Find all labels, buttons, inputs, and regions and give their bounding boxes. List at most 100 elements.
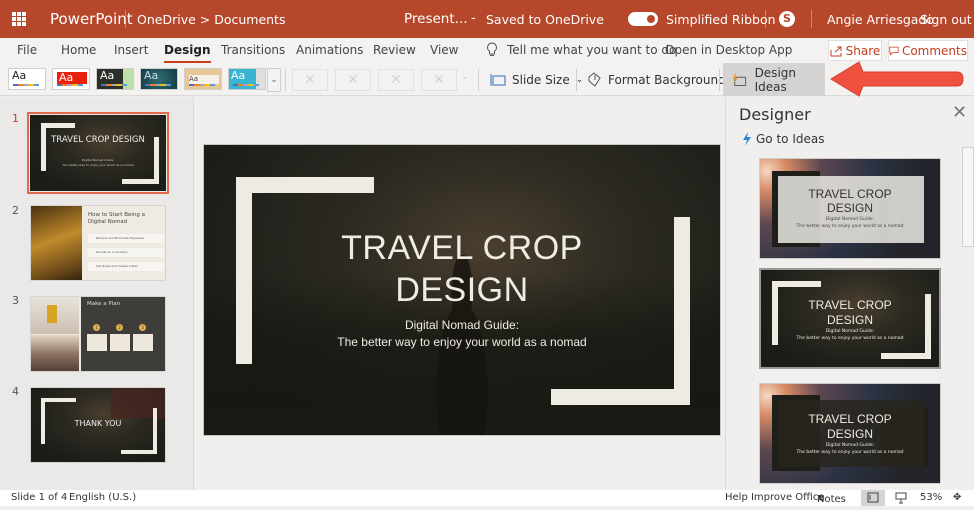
slide-size-button[interactable]: Slide Size ⌄ (490, 68, 583, 92)
tab-animations[interactable]: Animations (296, 43, 363, 57)
format-background-label: Format Background (608, 73, 726, 87)
themes-more-button[interactable]: ⌄ (267, 68, 281, 92)
go-to-ideas-label: Go to Ideas (756, 132, 825, 146)
design-ideas-label: Design Ideas (754, 65, 796, 94)
variants-more-button[interactable]: ⌄ (461, 72, 469, 82)
theme-sample: Aa (229, 69, 256, 89)
design-idea-3[interactable]: TRAVEL CROP DESIGN Digital Nomad Guide: … (759, 383, 941, 484)
slide-thumbnail-3[interactable]: Make a Plan 1 2 3 (30, 296, 166, 372)
title-bar: PowerPoint OneDrive > Documents Present.… (0, 0, 974, 38)
tab-file[interactable]: File (17, 43, 37, 57)
variant-1[interactable]: ✕ (292, 69, 328, 91)
thumb-title: Make a Plan (87, 301, 121, 307)
idea-subtitle: Digital Nomad Guide: (825, 329, 875, 334)
tab-transitions[interactable]: Transitions (221, 43, 285, 57)
variant-3[interactable]: ✕ (378, 69, 414, 91)
sign-out-link[interactable]: Sign out (920, 12, 972, 27)
design-ideas-icon (732, 72, 747, 86)
divider (719, 69, 720, 91)
thumb-subtitle: Digital Nomad Guide: (81, 158, 115, 162)
tab-review[interactable]: Review (373, 43, 416, 57)
frame-bracket-bottom-right[interactable] (551, 389, 690, 405)
idea-subtitle: The better way to enjoy your world as a … (796, 336, 904, 341)
slide-thumbnail-4[interactable]: THANK YOU (30, 387, 166, 463)
close-icon[interactable]: ✕ (952, 102, 967, 123)
user-name[interactable]: Angie Arriesgado (827, 12, 934, 27)
theme-sample: Aa (12, 69, 27, 82)
open-desktop-app[interactable]: Open in Desktop App (665, 43, 792, 57)
normal-view-button[interactable] (861, 490, 885, 506)
slide-thumbnail-1[interactable]: TRAVEL CROP DESIGN Digital Nomad Guide: … (27, 112, 169, 194)
format-background-icon (588, 72, 601, 87)
slide-number: 2 (12, 204, 19, 217)
language[interactable]: English (U.S.) (69, 492, 136, 503)
share-label: Share (845, 43, 881, 58)
slide-size-label: Slide Size (512, 73, 570, 87)
breadcrumb[interactable]: OneDrive > Documents (137, 12, 285, 27)
simplified-ribbon-toggle[interactable] (628, 12, 658, 26)
divider (765, 10, 766, 28)
theme-teal[interactable]: Aa (140, 68, 178, 90)
theme-sample: Aa (189, 75, 219, 84)
design-idea-1[interactable]: TRAVEL CROP DESIGN Digital Nomad Guide: … (759, 158, 941, 259)
help-improve-office[interactable]: Help Improve Office (725, 492, 824, 503)
theme-blue[interactable]: Aa (228, 68, 266, 90)
thumb-body: The better way to enjoy your world as a … (62, 163, 134, 167)
idea-title: TRAVEL CROP (808, 298, 892, 312)
zoom-level[interactable]: 53% (920, 492, 942, 503)
step-badge: 3 (139, 324, 146, 331)
frame-bracket-top-left[interactable] (236, 177, 374, 193)
idea-subtitle: The better way to enjoy your world as a … (796, 450, 904, 455)
variant-4[interactable]: ✕ (421, 69, 457, 91)
tab-home[interactable]: Home (61, 43, 96, 57)
fit-to-window-icon[interactable]: ✥ (953, 492, 961, 503)
design-idea-2[interactable]: TRAVEL CROP DESIGN Digital Nomad Guide: … (759, 268, 941, 369)
slideshow-icon[interactable] (895, 492, 907, 504)
designer-scrollbar[interactable] (962, 147, 974, 247)
theme-sample: Aa (144, 69, 159, 82)
theme-sample: Aa (100, 69, 115, 82)
share-icon (830, 46, 842, 56)
title-separator: - (471, 11, 476, 26)
go-to-ideas-link[interactable]: Go to Ideas (742, 132, 824, 146)
idea-subtitle: Digital Nomad Guide: (825, 443, 875, 448)
idea-title: DESIGN (826, 201, 873, 215)
divider (125, 10, 126, 28)
slide-title[interactable]: TRAVEL CROP DESIGN (204, 227, 720, 311)
status-bar: Slide 1 of 4 English (U.S.) Help Improve… (0, 490, 974, 506)
document-name[interactable]: Present... (404, 11, 468, 27)
format-background-button[interactable]: Format Background⌄ (586, 68, 739, 92)
tab-insert[interactable]: Insert (114, 43, 148, 57)
app-name[interactable]: PowerPoint (50, 10, 133, 28)
lightning-icon (743, 132, 751, 146)
tab-view[interactable]: View (430, 43, 458, 57)
thumb-item: Decide on a Location (88, 248, 164, 257)
tell-me-search[interactable]: Tell me what you want to do (507, 43, 676, 57)
red-arrow-annotation (830, 61, 964, 97)
slide-photo (31, 206, 82, 280)
app-launcher-icon[interactable] (12, 12, 26, 26)
variant-2[interactable]: ✕ (335, 69, 371, 91)
share-button[interactable]: Share (828, 40, 882, 61)
slide-subtitle[interactable]: Digital Nomad Guide: The better way to e… (204, 317, 720, 351)
theme-wood[interactable]: Aa (184, 68, 222, 90)
current-slide[interactable]: TRAVEL CROP DESIGN Digital Nomad Guide: … (203, 144, 721, 436)
idea-subtitle: Digital Nomad Guide: (825, 217, 875, 222)
slide-number: 3 (12, 294, 19, 307)
slide-photo (31, 335, 79, 371)
slide-position: Slide 1 of 4 (11, 492, 68, 503)
design-ideas-button[interactable]: Design Ideas (723, 63, 825, 96)
divider (811, 10, 812, 28)
slide-number: 1 (12, 112, 19, 125)
theme-office[interactable]: Aa (8, 68, 46, 90)
theme-red[interactable]: Aa (52, 68, 90, 90)
slide-thumbnail-2[interactable]: How to Start Being a Digital Nomad Reduc… (30, 205, 166, 281)
divider (576, 69, 577, 91)
comments-label: Comments (901, 43, 967, 58)
tab-design[interactable]: Design (164, 43, 211, 63)
skype-icon[interactable]: S (779, 11, 795, 27)
comments-button[interactable]: Comments (888, 40, 968, 61)
theme-dark-green[interactable]: Aa (96, 68, 134, 90)
slide-title-line: TRAVEL CROP (341, 229, 583, 267)
idea-subtitle: The better way to enjoy your world as a … (796, 224, 904, 229)
